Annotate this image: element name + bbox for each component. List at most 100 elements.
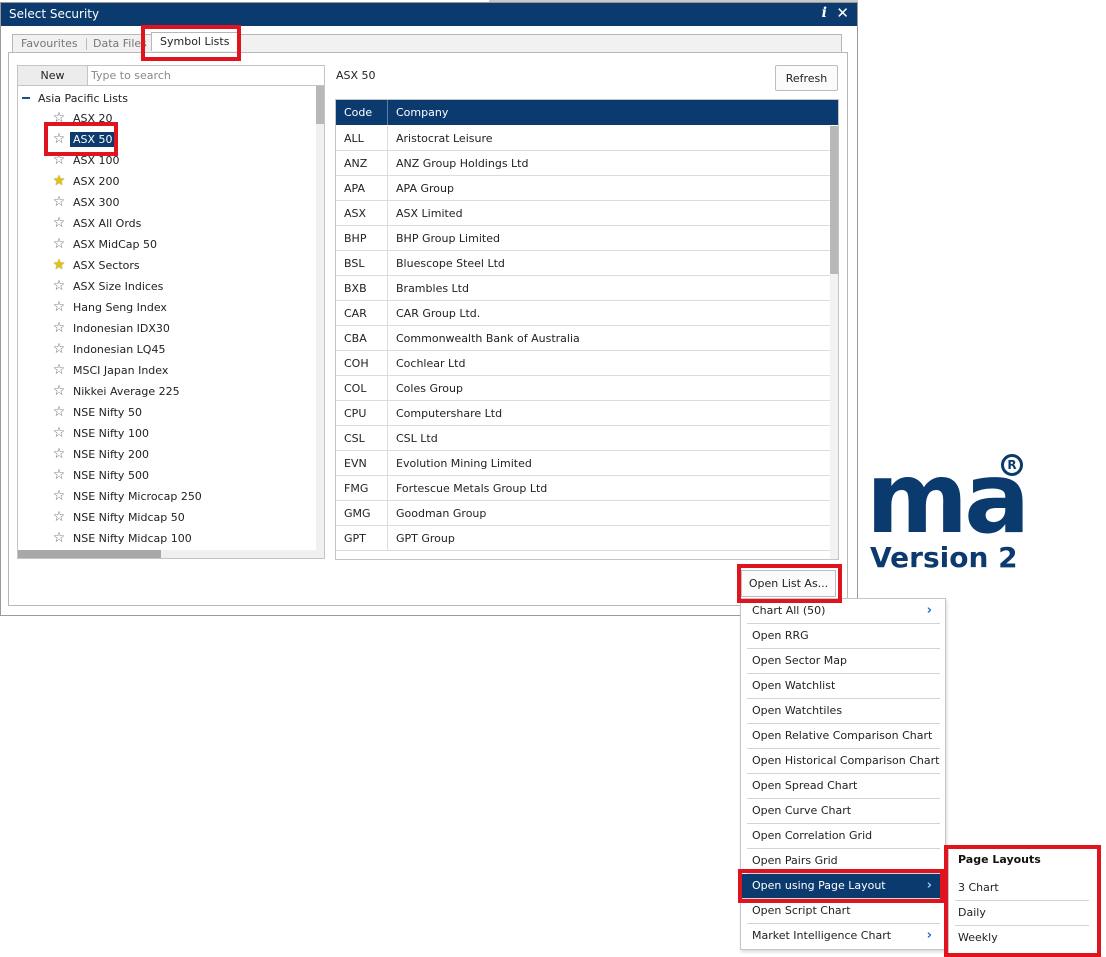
tree-item[interactable]: ☆ Indonesian LQ45 bbox=[52, 341, 168, 359]
star-outline-icon[interactable]: ☆ bbox=[52, 153, 66, 167]
search-input[interactable] bbox=[88, 66, 324, 86]
table-row[interactable]: CPU Computershare Ltd bbox=[336, 401, 830, 426]
table-row[interactable]: FMG Fortescue Metals Group Ltd bbox=[336, 476, 830, 501]
tree-item[interactable]: ☆ ASX Size Indices bbox=[52, 278, 166, 296]
table-row[interactable]: ALL Aristocrat Leisure bbox=[336, 126, 830, 151]
tab-data-files[interactable]: Data Files bbox=[93, 35, 147, 52]
tree-item[interactable]: ☆ ASX 20 bbox=[52, 110, 116, 128]
star-outline-icon[interactable]: ☆ bbox=[52, 216, 66, 230]
tree-horizontal-scrollbar[interactable] bbox=[18, 550, 316, 558]
tree-vertical-scrollbar[interactable] bbox=[316, 86, 324, 558]
table-row[interactable]: ASX ASX Limited bbox=[336, 201, 830, 226]
table-row[interactable]: BXB Brambles Ltd bbox=[336, 276, 830, 301]
new-list-button[interactable]: New bbox=[18, 66, 88, 86]
tree-item[interactable]: ☆ NSE Nifty Midcap 50 bbox=[52, 509, 188, 527]
tree-item[interactable]: ★ ASX 200 bbox=[52, 173, 123, 191]
table-row[interactable]: EVN Evolution Mining Limited bbox=[336, 451, 830, 476]
star-outline-icon[interactable]: ☆ bbox=[52, 195, 66, 209]
table-row[interactable]: BHP BHP Group Limited bbox=[336, 226, 830, 251]
star-outline-icon[interactable]: ☆ bbox=[52, 531, 66, 545]
star-outline-icon[interactable]: ☆ bbox=[52, 321, 66, 335]
star-outline-icon[interactable]: ☆ bbox=[52, 342, 66, 356]
tree-item[interactable]: ☆ NSE Nifty Microcap 250 bbox=[52, 488, 205, 506]
table-row[interactable]: CSL CSL Ltd bbox=[336, 426, 830, 451]
tree-item[interactable]: ☆ ASX 100 bbox=[52, 152, 123, 170]
star-outline-icon[interactable]: ☆ bbox=[52, 468, 66, 482]
table-row[interactable]: APA APA Group bbox=[336, 176, 830, 201]
tree-item[interactable]: ☆ Hang Seng Index bbox=[52, 299, 170, 317]
tree-item[interactable]: ☆ ASX 50 bbox=[52, 131, 116, 149]
close-icon[interactable]: ✕ bbox=[836, 4, 849, 22]
tree-item[interactable]: ☆ NSE Nifty 200 bbox=[52, 446, 152, 464]
star-outline-icon[interactable]: ☆ bbox=[52, 237, 66, 251]
menu-item[interactable]: Market Intelligence Chart › bbox=[747, 924, 940, 949]
favourite-star-icon[interactable]: ★ bbox=[52, 258, 66, 272]
table-row[interactable]: ANZ ANZ Group Holdings Ltd bbox=[336, 151, 830, 176]
dialog-titlebar[interactable]: Select Security i ✕ bbox=[1, 3, 857, 26]
info-icon[interactable]: i bbox=[822, 5, 827, 21]
star-outline-icon[interactable]: ☆ bbox=[52, 426, 66, 440]
submenu-item-daily[interactable]: Daily bbox=[955, 901, 1089, 926]
tree-item[interactable]: ☆ NSE Nifty 100 bbox=[52, 425, 152, 443]
tree-item-label: Hang Seng Index bbox=[73, 301, 167, 314]
star-outline-icon[interactable]: ☆ bbox=[52, 363, 66, 377]
menu-item[interactable]: Open Historical Comparison Chart bbox=[747, 749, 940, 774]
submenu-item-weekly[interactable]: Weekly bbox=[955, 926, 1089, 951]
menu-item[interactable]: Open Pairs Grid bbox=[747, 849, 940, 874]
refresh-button[interactable]: Refresh bbox=[775, 65, 838, 91]
menu-item[interactable]: Open Curve Chart bbox=[747, 799, 940, 824]
table-row[interactable]: BSL Bluescope Steel Ltd bbox=[336, 251, 830, 276]
menu-item[interactable]: Open Watchlist bbox=[747, 674, 940, 699]
table-row[interactable]: GMG Goodman Group bbox=[336, 501, 830, 526]
tree-item[interactable]: ☆ ASX 300 bbox=[52, 194, 123, 212]
menu-item[interactable]: Open Relative Comparison Chart bbox=[747, 724, 940, 749]
table-row[interactable]: COL Coles Group bbox=[336, 376, 830, 401]
menu-item[interactable]: Chart All (50) › bbox=[747, 599, 940, 624]
table-row[interactable]: CAR CAR Group Ltd. bbox=[336, 301, 830, 326]
star-outline-icon[interactable]: ☆ bbox=[52, 300, 66, 314]
menu-item-label: Open Historical Comparison Chart bbox=[752, 754, 940, 767]
submenu-item-3-chart[interactable]: 3 Chart bbox=[955, 876, 1089, 901]
table-vertical-scrollbar[interactable] bbox=[830, 126, 838, 559]
star-outline-icon[interactable]: ☆ bbox=[52, 405, 66, 419]
tree-item[interactable]: ★ ASX Sectors bbox=[52, 257, 143, 275]
column-header-company[interactable]: Company bbox=[388, 100, 448, 125]
tree-item[interactable]: ☆ ASX All Ords bbox=[52, 215, 144, 233]
star-outline-icon[interactable]: ☆ bbox=[52, 510, 66, 524]
menu-item[interactable]: Open Watchtiles bbox=[747, 699, 940, 724]
menu-item[interactable]: Open Script Chart bbox=[747, 899, 940, 924]
menu-item[interactable]: Open RRG bbox=[747, 624, 940, 649]
column-header-code[interactable]: Code bbox=[336, 100, 388, 125]
tree-item[interactable]: ☆ ASX MidCap 50 bbox=[52, 236, 160, 254]
menu-item[interactable]: Open Correlation Grid bbox=[747, 824, 940, 849]
tree-group-asia-pacific[interactable]: Asia Pacific Lists bbox=[22, 92, 128, 106]
tree-item[interactable]: ☆ MSCI Japan Index bbox=[52, 362, 171, 380]
tree-item[interactable]: ☆ NSE Nifty Midcap 100 bbox=[52, 530, 195, 548]
table-row[interactable]: GPT GPT Group bbox=[336, 526, 830, 551]
table-row[interactable]: COH Cochlear Ltd bbox=[336, 351, 830, 376]
collapse-icon[interactable] bbox=[22, 97, 30, 99]
menu-item[interactable]: Open using Page Layout › bbox=[742, 874, 944, 899]
scrollbar-thumb[interactable] bbox=[18, 550, 161, 558]
star-outline-icon[interactable]: ☆ bbox=[52, 279, 66, 293]
registered-mark: R bbox=[1001, 454, 1023, 476]
table-row[interactable]: CBA Commonwealth Bank of Australia bbox=[336, 326, 830, 351]
tab-symbol-lists[interactable]: Symbol Lists bbox=[151, 32, 239, 51]
menu-item-label: Open Script Chart bbox=[752, 904, 851, 917]
tree-item[interactable]: ☆ Nikkei Average 225 bbox=[52, 383, 183, 401]
star-outline-icon[interactable]: ☆ bbox=[52, 384, 66, 398]
menu-item[interactable]: Open Spread Chart bbox=[747, 774, 940, 799]
scrollbar-thumb[interactable] bbox=[830, 126, 838, 274]
star-outline-icon[interactable]: ☆ bbox=[52, 111, 66, 125]
menu-item[interactable]: Open Sector Map bbox=[747, 649, 940, 674]
star-outline-icon[interactable]: ☆ bbox=[52, 447, 66, 461]
tab-favourites[interactable]: Favourites bbox=[21, 35, 78, 52]
tree-item[interactable]: ☆ NSE Nifty 500 bbox=[52, 467, 152, 485]
favourite-star-icon[interactable]: ★ bbox=[52, 174, 66, 188]
star-outline-icon[interactable]: ☆ bbox=[52, 132, 66, 146]
scrollbar-thumb[interactable] bbox=[316, 86, 324, 124]
tree-item[interactable]: ☆ Indonesian IDX30 bbox=[52, 320, 173, 338]
tree-item[interactable]: ☆ NSE Nifty 50 bbox=[52, 404, 145, 422]
star-outline-icon[interactable]: ☆ bbox=[52, 489, 66, 503]
open-list-as-button[interactable]: Open List As... bbox=[741, 570, 836, 597]
